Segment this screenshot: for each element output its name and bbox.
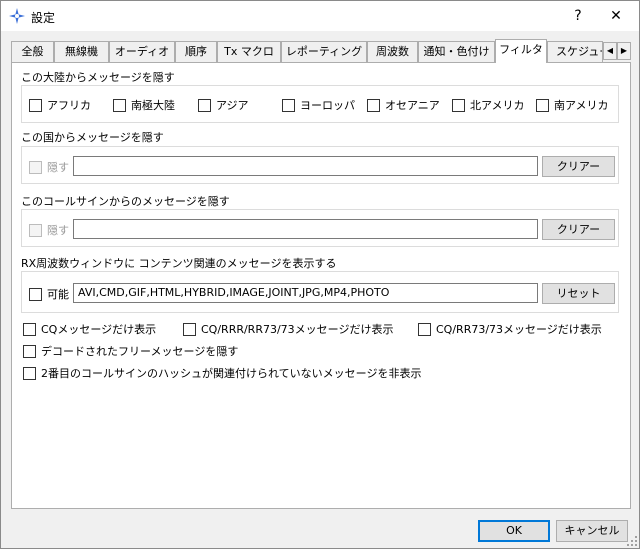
- tab-scroll-left-icon[interactable]: ◀: [603, 42, 617, 60]
- checkbox-box[interactable]: [198, 98, 211, 112]
- tab-general[interactable]: 全般: [11, 41, 54, 62]
- checkbox-box[interactable]: [23, 344, 36, 358]
- close-button[interactable]: ✕: [593, 1, 639, 31]
- rx-content-enable-checkbox[interactable]: 可能: [29, 286, 69, 302]
- continent-antarctica-label: 南極大陸: [131, 99, 175, 112]
- tab-strip: 全般 無線機 オーディオ 順序 Tx マクロ レポーティング 周波数 通知・色付…: [11, 39, 631, 63]
- settings-dialog: 設定 ? ✕ 全般 無線機 オーディオ 順序 Tx マクロ レポーティング 周波…: [0, 0, 640, 549]
- tab-radio[interactable]: 無線機: [54, 41, 109, 62]
- tab-reporting[interactable]: レポーティング: [281, 41, 367, 62]
- cq-only-checkbox[interactable]: CQメッセージだけ表示: [23, 321, 156, 337]
- hide-unhashed-label: 2番目のコールサインのハッシュが関連付けられていないメッセージを非表示: [41, 367, 422, 380]
- continent-asia-label: アジア: [216, 99, 249, 112]
- title-bar[interactable]: 設定 ? ✕: [1, 1, 639, 31]
- continent-south-america-checkbox[interactable]: 南アメリカ: [536, 97, 608, 113]
- cancel-button[interactable]: キャンセル: [556, 520, 628, 542]
- continent-asia-checkbox[interactable]: アジア: [198, 97, 249, 113]
- tab-scheduler[interactable]: スケジューラ: [547, 41, 603, 62]
- countries-clear-button[interactable]: クリアー: [542, 156, 615, 177]
- window-title: 設定: [31, 11, 56, 25]
- checkbox-box[interactable]: [29, 287, 42, 301]
- cq-rr73-only-checkbox[interactable]: CQ/RR73/73メッセージだけ表示: [418, 321, 602, 337]
- cq-rrr-only-label: CQ/RRR/RR73/73メッセージだけ表示: [201, 323, 394, 336]
- countries-heading: この国からメッセージを隠す: [21, 131, 164, 144]
- resize-grip-icon[interactable]: [627, 536, 637, 546]
- cq-rrr-only-checkbox[interactable]: CQ/RRR/RR73/73メッセージだけ表示: [183, 321, 393, 337]
- countries-hide-checkbox[interactable]: 隠す: [29, 159, 69, 175]
- checkbox-box[interactable]: [29, 160, 42, 174]
- continent-africa-checkbox[interactable]: アフリカ: [29, 97, 91, 113]
- cq-only-label: CQメッセージだけ表示: [41, 323, 157, 336]
- checkbox-box[interactable]: [452, 98, 465, 112]
- callsigns-heading: このコールサインからのメッセージを隠す: [21, 195, 230, 208]
- tab-sequence[interactable]: 順序: [175, 41, 217, 62]
- checkbox-box[interactable]: [29, 98, 42, 112]
- rx-content-input[interactable]: AVI,CMD,GIF,HTML,HYBRID,IMAGE,JOINT,JPG,…: [73, 283, 538, 303]
- ok-button[interactable]: OK: [478, 520, 550, 542]
- rx-content-reset-button[interactable]: リセット: [542, 283, 615, 304]
- callsigns-input[interactable]: [73, 219, 538, 239]
- continent-north-america-checkbox[interactable]: 北アメリカ: [452, 97, 524, 113]
- checkbox-box[interactable]: [418, 322, 431, 336]
- tab-scroll-right-icon[interactable]: ▶: [617, 42, 631, 60]
- continent-north-america-label: 北アメリカ: [470, 99, 525, 112]
- continent-south-america-label: 南アメリカ: [554, 99, 609, 112]
- countries-hide-label: 隠す: [47, 161, 69, 174]
- hide-unhashed-checkbox[interactable]: 2番目のコールサインのハッシュが関連付けられていないメッセージを非表示: [23, 365, 421, 381]
- checkbox-box[interactable]: [536, 98, 549, 112]
- continent-antarctica-checkbox[interactable]: 南極大陸: [113, 97, 175, 113]
- tab-tx-macros[interactable]: Tx マクロ: [217, 41, 281, 62]
- continent-europe-checkbox[interactable]: ヨーロッパ: [282, 97, 355, 113]
- checkbox-box[interactable]: [183, 322, 196, 336]
- rx-content-enable-label: 可能: [47, 288, 69, 301]
- continent-oceania-checkbox[interactable]: オセアニア: [367, 97, 440, 113]
- checkbox-box[interactable]: [282, 98, 295, 112]
- callsigns-hide-checkbox[interactable]: 隠す: [29, 222, 69, 238]
- checkbox-box[interactable]: [113, 98, 126, 112]
- countries-input[interactable]: [73, 156, 538, 176]
- continent-europe-label: ヨーロッパ: [300, 99, 355, 112]
- checkbox-box[interactable]: [367, 98, 380, 112]
- tab-filters[interactable]: フィルタ: [495, 39, 547, 63]
- callsigns-hide-label: 隠す: [47, 224, 69, 237]
- tab-frequencies[interactable]: 周波数: [367, 41, 418, 62]
- continent-africa-label: アフリカ: [47, 99, 91, 112]
- tab-notifications[interactable]: 通知・色付け: [418, 41, 495, 62]
- continent-oceania-label: オセアニア: [385, 99, 440, 112]
- continents-heading: この大陸からメッセージを隠す: [21, 71, 175, 84]
- callsigns-clear-button[interactable]: クリアー: [542, 219, 615, 240]
- checkbox-box[interactable]: [23, 366, 36, 380]
- app-icon: [9, 8, 25, 24]
- checkbox-box[interactable]: [23, 322, 36, 336]
- cq-rr73-only-label: CQ/RR73/73メッセージだけ表示: [436, 323, 602, 336]
- rx-content-heading: RX周波数ウィンドウに コンテンツ関連のメッセージを表示する: [21, 257, 337, 270]
- tab-audio[interactable]: オーディオ: [109, 41, 175, 62]
- checkbox-box[interactable]: [29, 223, 42, 237]
- hide-free-text-label: デコードされたフリーメッセージを隠す: [41, 345, 239, 358]
- hide-free-text-checkbox[interactable]: デコードされたフリーメッセージを隠す: [23, 343, 238, 359]
